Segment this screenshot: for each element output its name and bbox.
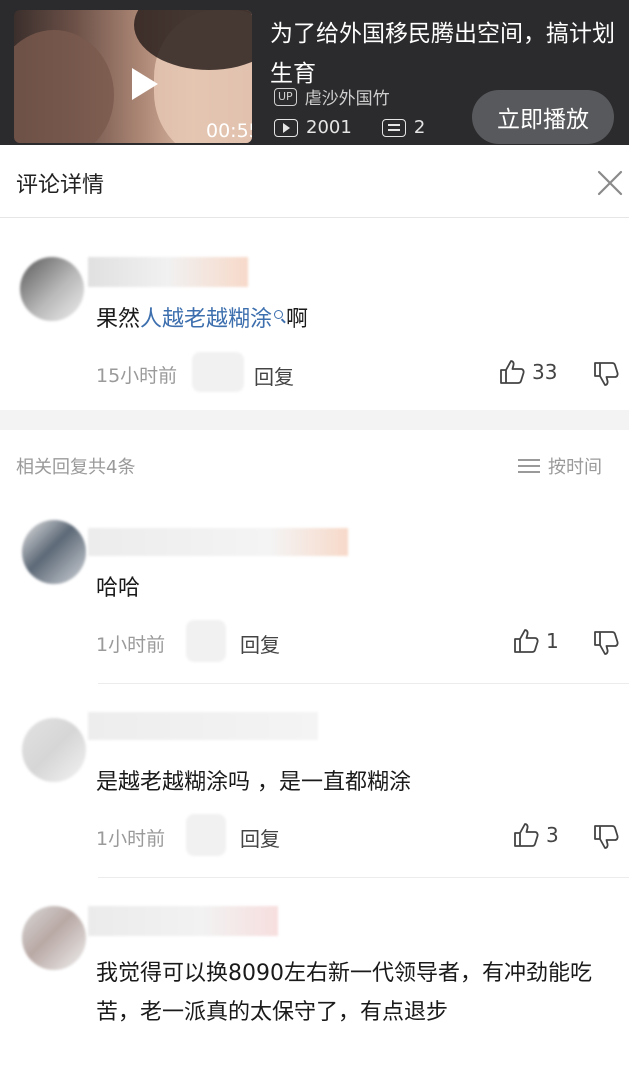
reply-button[interactable]: 回复	[240, 629, 280, 658]
like-button[interactable]: 1	[512, 627, 559, 655]
username-blurred[interactable]	[88, 906, 278, 936]
like-count: 1	[546, 629, 559, 653]
video-thumbnail[interactable]: 00:55	[14, 10, 252, 143]
search-icon[interactable]	[274, 310, 284, 319]
reply-button[interactable]: 回复	[254, 361, 294, 390]
uploader-info[interactable]: UP 虐沙外国竹	[274, 84, 390, 109]
reply-time: 1小时前	[96, 634, 166, 656]
reply-button[interactable]: 回复	[240, 823, 280, 852]
location-blurred	[186, 620, 226, 662]
thumb-down-icon[interactable]	[592, 629, 620, 657]
thumb-up-icon	[514, 629, 539, 653]
danmaku-count: 2	[413, 117, 426, 138]
video-title[interactable]: 为了给外国移民腾出空间，搞计划生育	[270, 14, 620, 94]
close-icon[interactable]	[596, 169, 624, 197]
location-blurred	[186, 814, 226, 856]
username-blurred[interactable]	[88, 257, 248, 287]
reply-text: 我觉得可以换8090左右新一代领导者，有冲劲能吃苦，老一派真的太保守了，有点退步	[96, 961, 592, 1025]
page-title: 评论详情	[16, 173, 105, 198]
location-blurred	[192, 352, 244, 392]
thumb-up-icon	[500, 360, 525, 384]
avatar[interactable]	[20, 257, 84, 321]
sort-button[interactable]: 按时间	[518, 453, 602, 479]
danmaku-icon	[381, 118, 406, 137]
reply-time: 1小时前	[96, 828, 166, 850]
like-button[interactable]: 3	[512, 821, 559, 849]
avatar[interactable]	[22, 520, 86, 584]
username-blurred[interactable]	[88, 712, 318, 740]
divider	[98, 683, 629, 684]
replies-count-label: 相关回复共4条	[16, 457, 136, 478]
avatar[interactable]	[22, 718, 86, 782]
avatar[interactable]	[22, 906, 86, 970]
username-blurred[interactable]	[88, 528, 348, 556]
reply-text: 哈哈	[96, 576, 141, 601]
thumb-down-icon[interactable]	[592, 360, 620, 388]
thumb-down-icon[interactable]	[592, 823, 620, 851]
comment-detail-header: 评论详情	[0, 145, 629, 218]
up-badge-icon: UP	[274, 87, 297, 106]
video-duration: 00:55	[206, 120, 252, 142]
comment-time: 15小时前	[96, 365, 178, 387]
thumb-up-icon	[514, 823, 539, 847]
sort-icon	[518, 459, 540, 473]
keyword-link[interactable]: 人越老越糊涂	[140, 307, 272, 332]
reply-text: 是越老越糊涂吗 ，是一直都糊涂	[96, 770, 411, 795]
comment-text: 果然人越老越糊涂啊	[96, 307, 309, 332]
play-icon[interactable]	[132, 68, 158, 100]
video-stats: 2001 2	[274, 117, 425, 138]
like-button[interactable]: 33	[498, 358, 557, 386]
play-now-button[interactable]: 立即播放	[472, 90, 614, 144]
video-banner[interactable]: 00:55 为了给外国移民腾出空间，搞计划生育 UP 虐沙外国竹 2001 2 …	[0, 0, 629, 145]
like-count: 33	[532, 360, 558, 384]
divider	[98, 877, 629, 878]
uploader-name[interactable]: 虐沙外国竹	[305, 84, 390, 109]
sort-label: 按时间	[548, 457, 602, 478]
play-count-icon	[274, 118, 298, 137]
section-divider	[0, 410, 629, 430]
like-count: 3	[546, 823, 559, 847]
view-count: 2001	[306, 117, 352, 138]
